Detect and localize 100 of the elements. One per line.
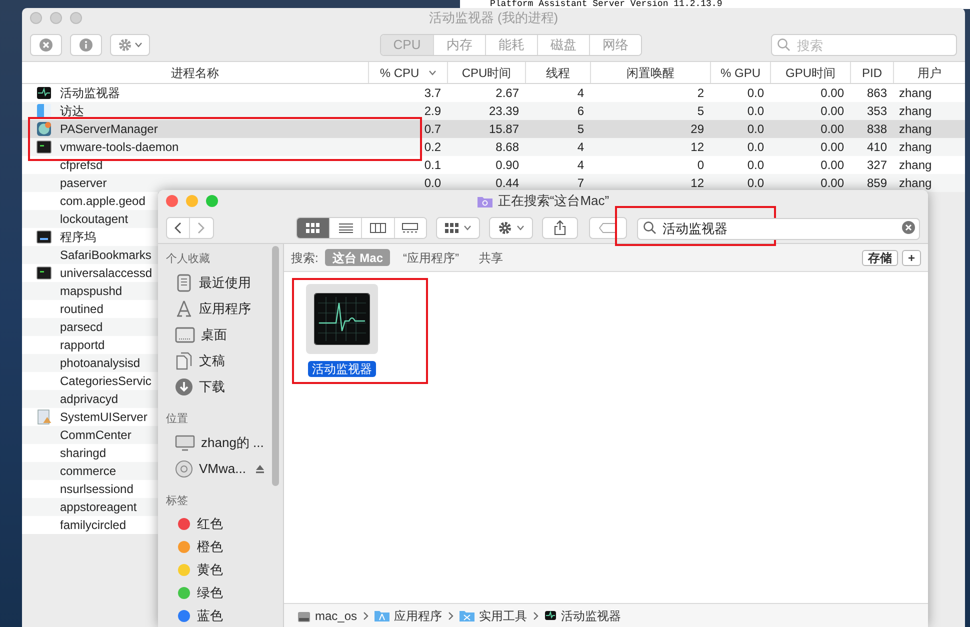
- table-cell-text: 4: [577, 139, 584, 156]
- column-header[interactable]: 线程: [525, 62, 590, 83]
- table-row[interactable]: routined: [22, 300, 158, 318]
- process-name: PAServerManager: [60, 121, 158, 138]
- stop-process-button[interactable]: [30, 34, 62, 56]
- table-cell-text: zhang: [899, 103, 932, 120]
- info-button[interactable]: [70, 34, 102, 56]
- save-button[interactable]: 存储: [862, 250, 898, 266]
- column-header[interactable]: % GPU: [710, 62, 770, 83]
- table-row[interactable]: 访达 2.9 23.39 6 5 0.0 0.00 353 zhang: [22, 102, 965, 120]
- table-row[interactable]: mapspushd: [22, 282, 158, 300]
- column-header[interactable]: CPU时间: [447, 62, 525, 83]
- sidebar-item[interactable]: 桌面: [166, 322, 275, 348]
- view-mode-button[interactable]: [296, 218, 330, 238]
- table-row[interactable]: CategoriesServic: [22, 372, 158, 390]
- eject-icon[interactable]: [255, 464, 265, 474]
- process-name: SafariBookmarks: [60, 247, 152, 264]
- table-row[interactable]: parsecd: [22, 318, 158, 336]
- sidebar-item[interactable]: 绿色: [166, 581, 275, 604]
- table-row[interactable]: sharingd: [22, 444, 158, 462]
- table-cell-text: 0.90: [496, 157, 519, 174]
- table-row[interactable]: 活动监视器 3.7 2.67 4 2 0.0 0.00 863 zhang: [22, 84, 965, 102]
- computer-icon: [175, 435, 195, 451]
- disc-icon: [175, 460, 193, 478]
- table-row[interactable]: com.apple.geod: [22, 192, 158, 210]
- table-cell-text: 0.0: [747, 85, 764, 102]
- path-item[interactable]: 应用程序: [374, 606, 442, 624]
- table-row[interactable]: cfprefsd 0.1 0.90 4 0 0.0 0.00 327 zhang: [22, 156, 965, 174]
- caret-icon: [135, 40, 142, 48]
- process-name: rapportd: [60, 337, 105, 354]
- scope-option[interactable]: “应用程序”: [396, 249, 466, 266]
- terminal-icon: [36, 139, 52, 155]
- sidebar-item[interactable]: 蓝色: [166, 604, 275, 627]
- search-field[interactable]: 活动监视器: [637, 218, 920, 240]
- sidebar-item[interactable]: 黄色: [166, 558, 275, 581]
- table-cell-text: 0.0: [424, 175, 441, 192]
- sidebar-item[interactable]: VMwa...: [166, 456, 275, 482]
- table-row[interactable]: paserver 0.0 0.44 7 12 0.0 0.00 859 zhang: [22, 174, 965, 192]
- column-header[interactable]: PID: [850, 62, 893, 83]
- sidebar-item[interactable]: zhang的 ...: [166, 430, 275, 456]
- action-button[interactable]: [489, 216, 533, 238]
- scope-option[interactable]: 共享: [472, 249, 510, 266]
- column-header[interactable]: 用户: [893, 62, 965, 83]
- table-row[interactable]: familycircled: [22, 516, 158, 534]
- column-header[interactable]: 进程名称: [22, 62, 368, 83]
- table-row[interactable]: photoanalysisd: [22, 354, 158, 372]
- clear-icon[interactable]: [902, 220, 915, 234]
- scrollbar-thumb[interactable]: [272, 246, 279, 486]
- process-name: universalaccessd: [60, 265, 152, 282]
- table-row[interactable]: lockoutagent: [22, 210, 158, 228]
- process-name: commerce: [60, 463, 116, 480]
- path-item[interactable]: 活动监视器: [544, 606, 622, 624]
- table-row[interactable]: SafariBookmarks: [22, 246, 158, 264]
- group-button[interactable]: [436, 216, 480, 238]
- table-cell-text: 0.00: [820, 121, 844, 138]
- add-button[interactable]: +: [902, 250, 921, 266]
- table-cell-text: 353: [866, 103, 887, 120]
- app-icon-tile[interactable]: [306, 284, 378, 354]
- table-row[interactable]: commerce: [22, 462, 158, 480]
- file-name[interactable]: 活动监视器: [308, 361, 376, 377]
- table-row[interactable]: rapportd: [22, 336, 158, 354]
- sidebar-item[interactable]: 下载: [166, 374, 275, 400]
- table-cell-text: 863: [866, 85, 887, 102]
- dock-icon: [36, 229, 52, 245]
- column-header[interactable]: GPU时间: [770, 62, 850, 83]
- app-icon: [36, 121, 52, 137]
- sidebar-item[interactable]: 最近使用: [166, 270, 275, 296]
- gallery-icon: [402, 222, 418, 232]
- table-cell-text: 0.00: [820, 157, 844, 174]
- column-header[interactable]: % CPU: [368, 62, 447, 83]
- sidebar-item[interactable]: 橙色: [166, 535, 275, 558]
- table-row[interactable]: nsurlsessiond: [22, 480, 158, 498]
- table-cell-text: zhang: [899, 85, 932, 102]
- table-row[interactable]: 程序坞: [22, 228, 158, 246]
- close-button[interactable]: [166, 195, 178, 207]
- table-row[interactable]: adprivacyd: [22, 390, 158, 408]
- settings-button[interactable]: [110, 34, 150, 56]
- search-icon: [777, 38, 790, 50]
- process-name: mapspushd: [60, 283, 122, 300]
- table-cell-text: 410: [866, 139, 887, 156]
- table-cell-text: 0.00: [820, 85, 844, 102]
- tag-button[interactable]: [589, 216, 628, 238]
- view-mode-button[interactable]: [394, 218, 426, 238]
- table-row[interactable]: PAServerManager 0.7 15.87 5 29 0.0 0.00 838 zhang: [22, 120, 965, 138]
- process-name: nsurlsessiond: [60, 481, 134, 498]
- path-item[interactable]: mac_os: [297, 606, 358, 624]
- sidebar-item[interactable]: 红色: [166, 512, 275, 535]
- table-cell-text: 2: [697, 85, 704, 102]
- search-field[interactable]: 搜索: [771, 34, 957, 56]
- table-row[interactable]: universalaccessd: [22, 264, 158, 282]
- table-row[interactable]: appstoreagent: [22, 498, 158, 516]
- process-name: sharingd: [60, 445, 106, 462]
- table-row[interactable]: CommCenter: [22, 426, 158, 444]
- table-row[interactable]: SystemUIServer: [22, 408, 158, 426]
- sidebar-item[interactable]: 应用程序: [166, 296, 275, 322]
- share-button[interactable]: [542, 216, 578, 238]
- column-header[interactable]: 闲置唤醒: [590, 62, 710, 83]
- sidebar-item[interactable]: 文稿: [166, 348, 275, 374]
- path-item[interactable]: 实用工具: [459, 606, 528, 624]
- table-row[interactable]: vmware-tools-daemon 0.2 8.68 4 12 0.0 0.00 410 zhang: [22, 138, 965, 156]
